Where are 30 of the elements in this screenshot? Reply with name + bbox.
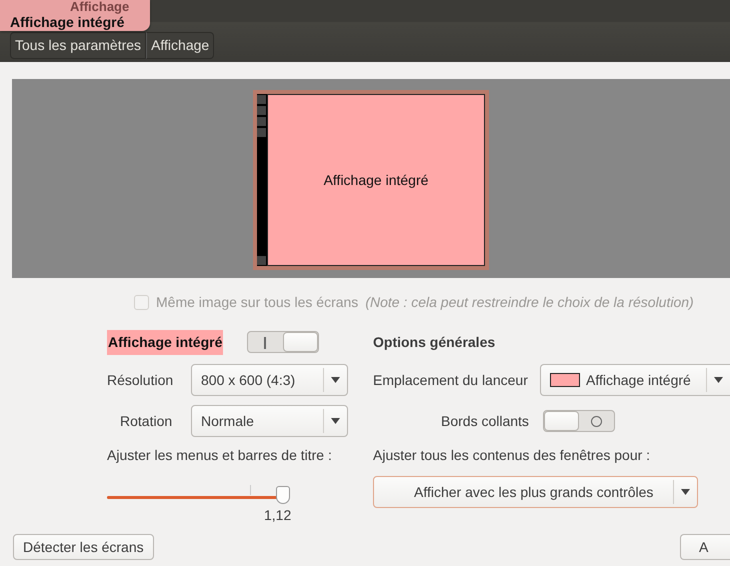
display-name: Affichage intégré [107, 330, 224, 354]
monitor-drawing[interactable]: Affichage intégré [253, 90, 489, 270]
slider-thumb[interactable] [276, 486, 290, 504]
caret-icon [331, 377, 340, 383]
section-heading: Options générales [373, 333, 496, 352]
section-label: Ajuster tous les contenus des fenêtres pour : [373, 446, 652, 465]
caret-icon [681, 489, 690, 495]
breadcrumb-button[interactable]: Affichage [146, 32, 214, 59]
field-label: Emplacement du lanceur [373, 370, 528, 390]
caret-icon [714, 377, 723, 383]
toggle-switch[interactable] [542, 410, 615, 432]
rotation-dropdown[interactable]: Normale [191, 405, 348, 437]
field-label: Résolution [107, 370, 174, 390]
field-label: Rotation [120, 412, 172, 430]
slider-value: 1,12 [264, 506, 292, 524]
note-text: (Note : cela peut restreindre le choix de la résolution) [365, 293, 694, 312]
checkbox-label: Même image sur tous les écrans [156, 293, 358, 312]
apply-button[interactable]: A [680, 534, 730, 560]
contents-dropdown[interactable]: Afficher avec les plus grands contrôles [373, 476, 698, 508]
launcher-dropdown[interactable]: Affichage intégré [540, 364, 730, 396]
monitor-label: Affichage intégré [324, 170, 428, 190]
launcher-slot-icon [257, 256, 266, 265]
caret-icon [331, 418, 340, 424]
breadcrumb-button[interactable]: Tous les paramètres [10, 32, 146, 59]
toggle-switch[interactable] [247, 331, 319, 353]
detect-displays-button[interactable]: Détecter les écrans [13, 534, 154, 560]
resolution-dropdown[interactable]: 800 x 600 (4:3) [191, 364, 348, 396]
window-title: Affichage [70, 0, 130, 14]
section-label: Ajuster les menus et barres de titre : [107, 446, 333, 465]
field-label: Bords collants [441, 412, 529, 430]
